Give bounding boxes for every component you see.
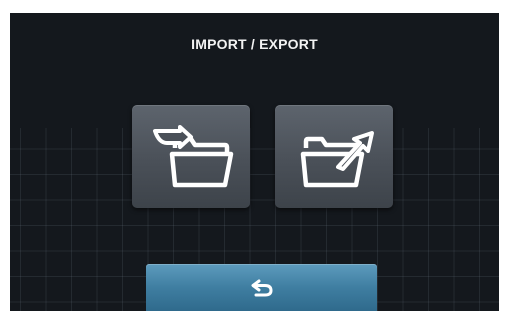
return-arrow-icon xyxy=(251,279,273,296)
folder-import-icon xyxy=(153,124,234,187)
import-button[interactable] xyxy=(132,105,250,208)
page-title: IMPORT / EXPORT xyxy=(191,36,318,52)
folder-export-icon xyxy=(300,130,374,187)
import-export-screen: IMPORT / EXPORT xyxy=(10,13,499,311)
back-button[interactable] xyxy=(146,264,377,311)
export-button[interactable] xyxy=(275,105,393,208)
